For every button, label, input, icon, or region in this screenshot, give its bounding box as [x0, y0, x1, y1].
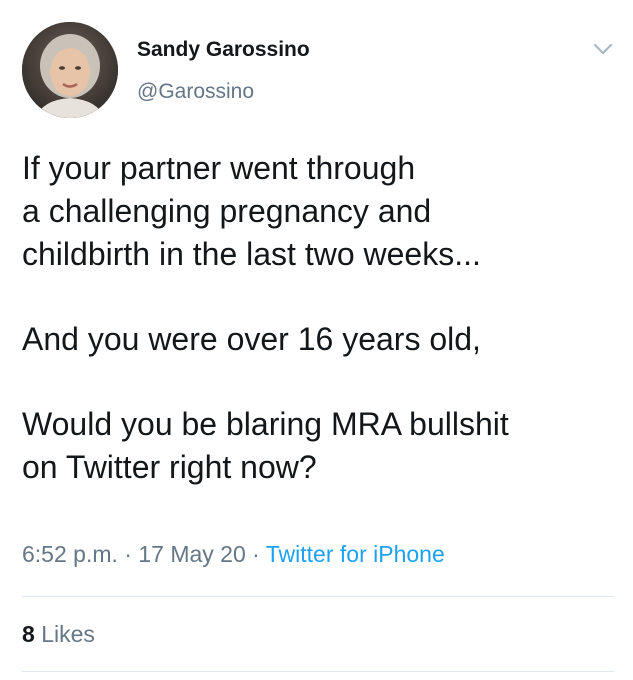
tweet-line: If your partner went through — [22, 150, 416, 186]
likes-stat[interactable]: 8 Likes — [22, 621, 95, 648]
tweet-meta: 6:52 p.m. · 17 May 20 · Twitter for iPho… — [22, 541, 445, 568]
tweet-card: Sandy Garossino @Garossino If your partn… — [0, 0, 633, 680]
tweet-date[interactable]: 17 May 20 — [138, 541, 245, 567]
tweet-line: a challenging pregnancy and — [22, 193, 432, 229]
likes-label: Likes — [41, 621, 95, 647]
divider — [22, 671, 614, 672]
likes-count: 8 — [22, 621, 35, 647]
divider — [22, 596, 614, 597]
user-handle[interactable]: @Garossino — [137, 80, 254, 104]
tweet-line: Would you be blaring MRA bullshit — [22, 406, 509, 442]
tweet-time[interactable]: 6:52 p.m. — [22, 541, 118, 567]
meta-separator: · — [117, 541, 139, 567]
tweet-text: If your partner went through a challengi… — [22, 147, 622, 489]
tweet-line: on Twitter right now? — [22, 449, 317, 485]
tweet-line: childbirth in the last two weeks... — [22, 236, 481, 272]
tweet-source-link[interactable]: Twitter for iPhone — [266, 541, 445, 567]
meta-separator: · — [245, 541, 266, 567]
chevron-down-icon[interactable] — [592, 38, 614, 60]
display-name[interactable]: Sandy Garossino — [137, 38, 310, 62]
profile-photo-icon — [22, 22, 118, 118]
tweet-line: And you were over 16 years old, — [22, 321, 481, 357]
avatar[interactable] — [22, 22, 118, 118]
